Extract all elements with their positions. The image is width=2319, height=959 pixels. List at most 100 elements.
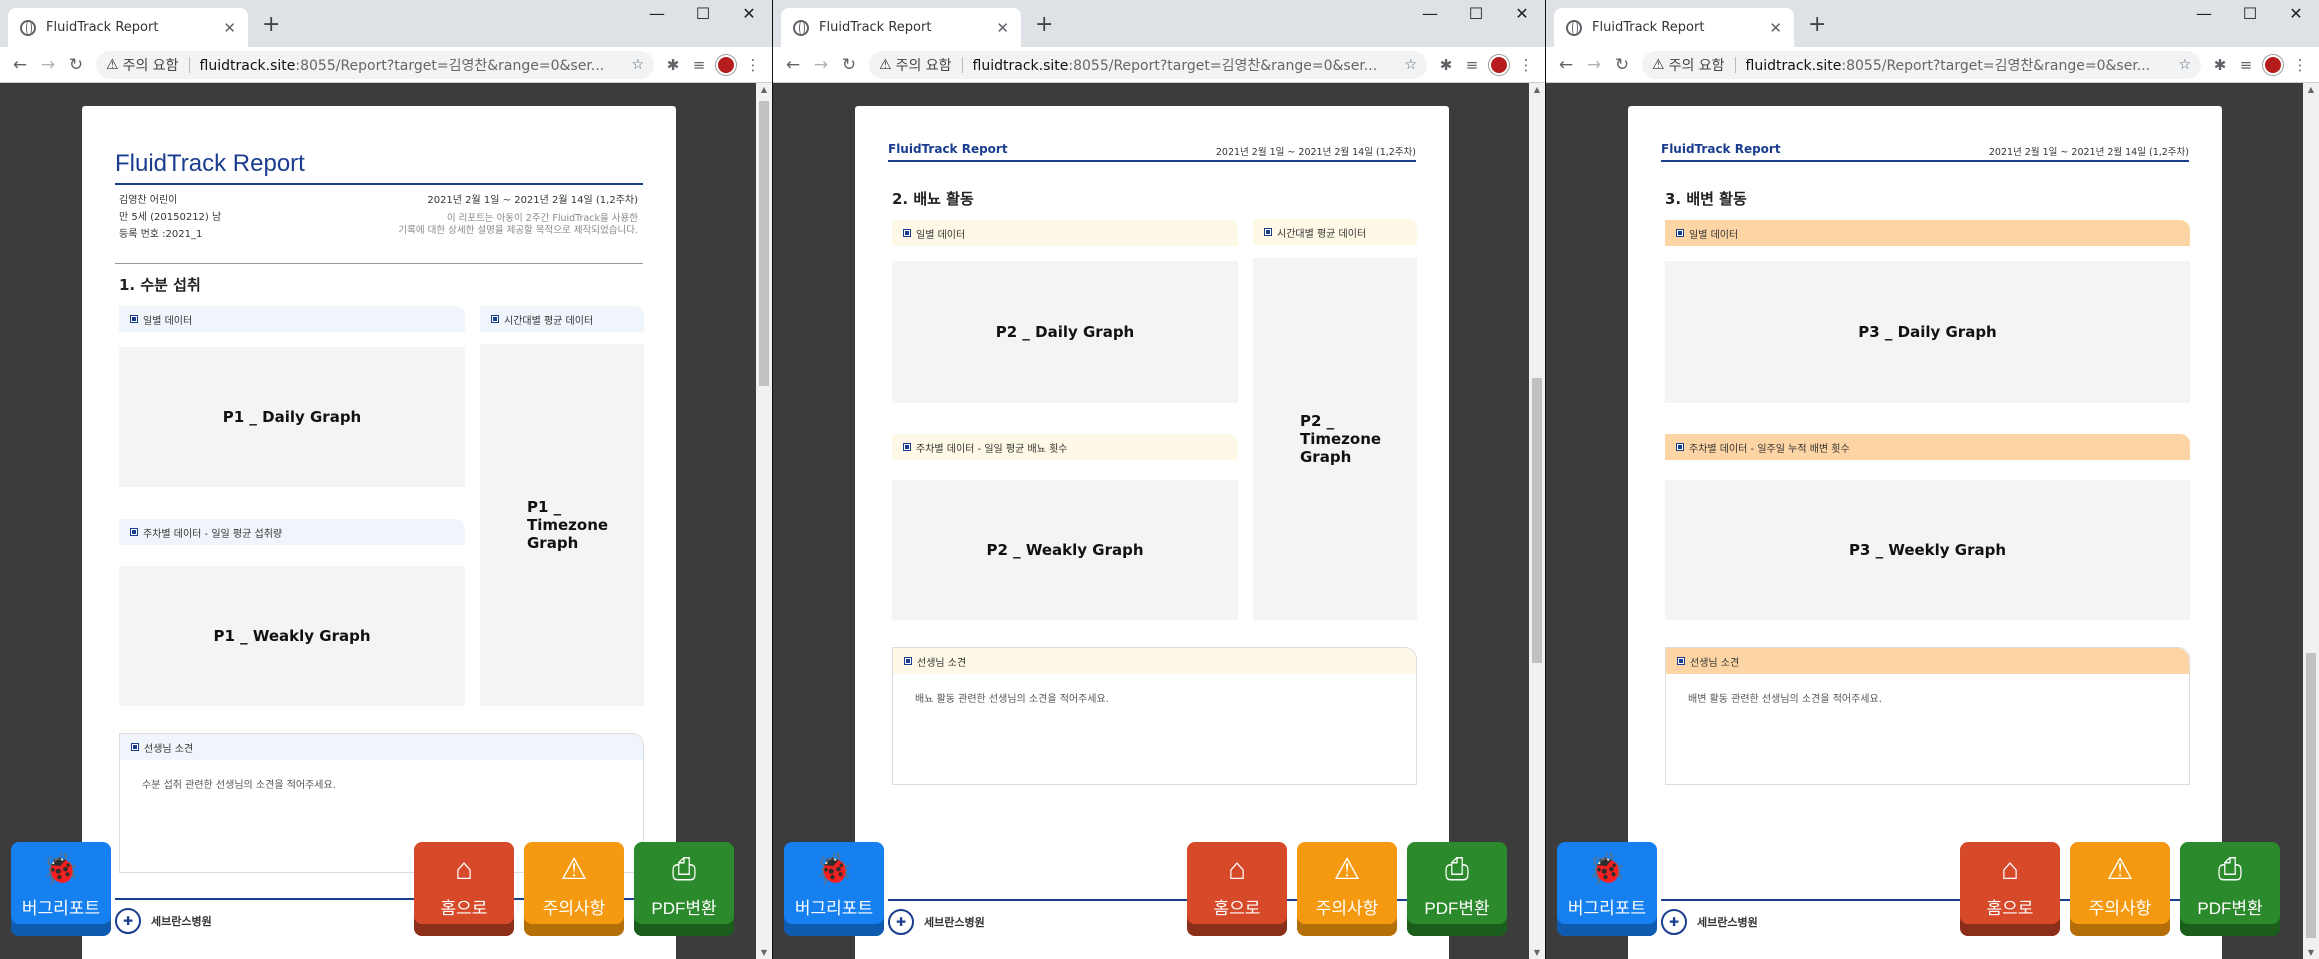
reload-icon[interactable]: ↻ [835, 55, 863, 75]
pdf-button[interactable]: ⎙ PDF변환 [634, 842, 734, 936]
profile-avatar[interactable] [1489, 54, 1509, 75]
bug-report-button[interactable]: 🐞 버그리포트 [784, 842, 884, 936]
browser-toolbar: ← → ↻ ⚠ 주의 요함 fluidtrack.site:8055/Repor… [1546, 47, 2319, 83]
bullet-icon [130, 528, 138, 536]
page-viewport: FluidTrack Report 2021년 2월 1일 ~ 2021년 2월… [1546, 83, 2303, 959]
url-text[interactable]: fluidtrack.site:8055/Report?target=김영찬&r… [200, 55, 624, 75]
report-note: 이 리포트는 아동이 2주간 FluidTrack을 사용한 기록에 대한 상세… [398, 213, 638, 236]
bookmark-star-icon[interactable]: ☆ [631, 57, 644, 73]
extensions-puzzle-icon[interactable]: ✱ [660, 56, 686, 74]
bookmark-star-icon[interactable]: ☆ [2178, 57, 2191, 73]
browser-tab[interactable]: FluidTrack Report ✕ [781, 8, 1021, 47]
browser-tab[interactable]: FluidTrack Report ✕ [8, 8, 248, 47]
home-button[interactable]: ⌂ 홈으로 [1187, 842, 1287, 936]
close-window-button[interactable]: ✕ [1499, 4, 1545, 23]
forward-arrow-icon[interactable]: → [807, 55, 835, 75]
security-label[interactable]: 주의 요함 [123, 55, 179, 75]
url-text[interactable]: fluidtrack.site:8055/Report?target=김영찬&r… [973, 55, 1397, 75]
scroll-up-icon[interactable]: ▲ [2303, 85, 2319, 94]
forward-arrow-icon[interactable]: → [34, 55, 62, 75]
caution-button[interactable]: ⚠ 주의사항 [1297, 842, 1397, 936]
warning-icon[interactable]: ⚠ [879, 57, 892, 73]
scroll-thumb[interactable] [2306, 653, 2316, 938]
page-viewport: FluidTrack Report 2021년 2월 1일 ~ 2021년 2월… [773, 83, 1530, 959]
maximize-button[interactable]: ☐ [2227, 4, 2273, 23]
caution-button[interactable]: ⚠ 주의사항 [2070, 842, 2170, 936]
bug-report-button[interactable]: 🐞 버그리포트 [1557, 842, 1657, 936]
reload-icon[interactable]: ↻ [62, 55, 90, 75]
timezone-data-label: 시간대별 평균 데이터 [480, 306, 644, 332]
bullet-icon [1676, 229, 1684, 237]
tab-bar: FluidTrack Report ✕ + — ☐ ✕ [1546, 0, 2319, 47]
minimize-button[interactable]: — [1407, 4, 1453, 23]
scroll-thumb[interactable] [759, 101, 769, 386]
menu-kebab-icon[interactable]: ⋮ [740, 56, 766, 74]
reading-list-icon[interactable]: ≡ [686, 56, 712, 74]
globe-icon [20, 19, 36, 36]
forward-arrow-icon[interactable]: → [1580, 55, 1608, 75]
teacher-comment-label: 선생님 소견 [1666, 648, 2189, 674]
new-tab-button[interactable]: + [262, 12, 280, 37]
address-bar[interactable]: ⚠ 주의 요함 fluidtrack.site:8055/Report?targ… [1642, 50, 2201, 79]
maximize-button[interactable]: ☐ [680, 4, 726, 23]
security-label[interactable]: 주의 요함 [896, 55, 952, 75]
page-scrollbar[interactable]: ▲ ▼ [2303, 83, 2319, 959]
back-arrow-icon[interactable]: ← [1552, 55, 1580, 75]
close-window-button[interactable]: ✕ [2273, 4, 2319, 23]
tab-close-icon[interactable]: ✕ [223, 19, 236, 37]
menu-kebab-icon[interactable]: ⋮ [2287, 56, 2313, 74]
address-bar[interactable]: ⚠ 주의 요함 fluidtrack.site:8055/Report?targ… [869, 50, 1427, 79]
scroll-up-icon[interactable]: ▲ [1529, 85, 1545, 94]
extensions-puzzle-icon[interactable]: ✱ [1433, 56, 1459, 74]
warning-icon[interactable]: ⚠ [106, 57, 119, 73]
caution-button[interactable]: ⚠ 주의사항 [524, 842, 624, 936]
weekly-graph: P2 _ Weakly Graph [892, 480, 1238, 620]
new-tab-button[interactable]: + [1808, 12, 1826, 37]
close-window-button[interactable]: ✕ [726, 4, 772, 23]
home-button[interactable]: ⌂ 홈으로 [1960, 842, 2060, 936]
hospital-footer: ✚ 세브란스병원 [1661, 909, 1758, 935]
scroll-thumb[interactable] [1532, 378, 1542, 663]
bookmark-star-icon[interactable]: ☆ [1404, 57, 1417, 73]
reading-list-icon[interactable]: ≡ [1459, 56, 1485, 74]
url-text[interactable]: fluidtrack.site:8055/Report?target=김영찬&r… [1746, 55, 2171, 75]
bug-report-button[interactable]: 🐞 버그리포트 [11, 842, 111, 936]
back-arrow-icon[interactable]: ← [6, 55, 34, 75]
menu-kebab-icon[interactable]: ⋮ [1513, 56, 1539, 74]
tab-close-icon[interactable]: ✕ [996, 19, 1009, 37]
page-header: FluidTrack Report 2021년 2월 1일 ~ 2021년 2월… [888, 132, 1416, 162]
page-scrollbar[interactable]: ▲ ▼ [756, 83, 772, 959]
reading-list-icon[interactable]: ≡ [2233, 56, 2259, 74]
teacher-comment-text[interactable]: 수분 섭취 관련한 선생님의 소견을 적어주세요. [120, 760, 643, 791]
scroll-up-icon[interactable]: ▲ [756, 85, 772, 94]
address-bar[interactable]: ⚠ 주의 요함 fluidtrack.site:8055/Report?targ… [96, 50, 654, 79]
report-page-1: FluidTrack Report 김영찬 어린이 만 5세 (20150212… [82, 106, 676, 959]
scroll-down-icon[interactable]: ▼ [1529, 948, 1545, 957]
minimize-button[interactable]: — [2181, 4, 2227, 23]
minimize-button[interactable]: — [634, 4, 680, 23]
reload-icon[interactable]: ↻ [1608, 55, 1636, 75]
profile-avatar[interactable] [2263, 54, 2283, 75]
pdf-button[interactable]: ⎙ PDF변환 [2180, 842, 2280, 936]
extensions-puzzle-icon[interactable]: ✱ [2207, 56, 2233, 74]
teacher-comment-text[interactable]: 배뇨 활동 관련한 선생님의 소견을 적어주세요. [893, 674, 1416, 705]
home-icon: ⌂ [1227, 853, 1247, 886]
report-page-3: FluidTrack Report 2021년 2월 1일 ~ 2021년 2월… [1628, 106, 2222, 959]
scroll-down-icon[interactable]: ▼ [756, 948, 772, 957]
teacher-comment-text[interactable]: 배변 활동 관련한 선생님의 소견을 적어주세요. [1666, 674, 2189, 705]
warning-icon[interactable]: ⚠ [1652, 57, 1665, 73]
pdf-button[interactable]: ⎙ PDF변환 [1407, 842, 1507, 936]
maximize-button[interactable]: ☐ [1453, 4, 1499, 23]
back-arrow-icon[interactable]: ← [779, 55, 807, 75]
security-label[interactable]: 주의 요함 [1669, 55, 1725, 75]
home-button[interactable]: ⌂ 홈으로 [414, 842, 514, 936]
new-tab-button[interactable]: + [1035, 12, 1053, 37]
profile-avatar[interactable] [716, 54, 736, 75]
date-range: 2021년 2월 1일 ~ 2021년 2월 14일 (1,2주차) [427, 195, 638, 206]
address-divider [1734, 56, 1736, 73]
scroll-down-icon[interactable]: ▼ [2303, 948, 2319, 957]
browser-tab[interactable]: FluidTrack Report ✕ [1554, 8, 1794, 47]
bug-icon: 🐞 [42, 853, 80, 886]
page-scrollbar[interactable]: ▲ ▼ [1529, 83, 1545, 959]
tab-close-icon[interactable]: ✕ [1769, 19, 1782, 37]
